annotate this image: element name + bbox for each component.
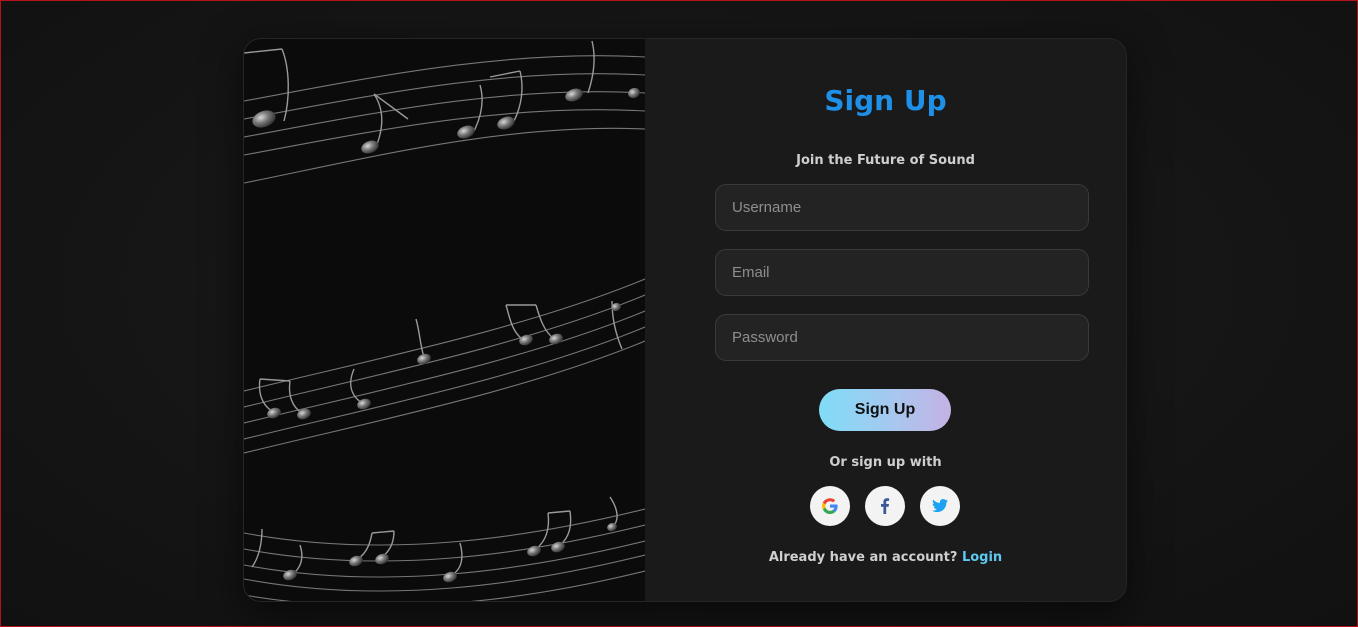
page-title: Sign Up bbox=[824, 84, 947, 117]
facebook-icon bbox=[881, 498, 890, 514]
twitter-icon bbox=[932, 499, 948, 513]
signup-card: Sign Up Join the Future of Sound Sign Up… bbox=[243, 38, 1127, 602]
email-field[interactable] bbox=[715, 249, 1089, 296]
social-signup-prompt: Or sign up with bbox=[829, 455, 942, 470]
google-signup-button[interactable] bbox=[810, 486, 850, 526]
login-prompt-line: Already have an account? Login bbox=[645, 549, 1126, 567]
music-notes-illustration bbox=[244, 39, 645, 601]
login-link[interactable]: Login bbox=[962, 550, 1002, 565]
password-field[interactable] bbox=[715, 314, 1089, 361]
login-prompt-text: Already have an account? bbox=[768, 550, 958, 565]
signup-subtitle: Join the Future of Sound bbox=[796, 153, 975, 168]
page: Sign Up Join the Future of Sound Sign Up… bbox=[0, 0, 1358, 627]
facebook-signup-button[interactable] bbox=[865, 486, 905, 526]
google-icon bbox=[822, 498, 838, 514]
username-field[interactable] bbox=[715, 184, 1089, 231]
sign-up-button[interactable]: Sign Up bbox=[819, 389, 951, 431]
signup-form-panel: Sign Up Join the Future of Sound Sign Up… bbox=[645, 39, 1126, 601]
twitter-signup-button[interactable] bbox=[920, 486, 960, 526]
